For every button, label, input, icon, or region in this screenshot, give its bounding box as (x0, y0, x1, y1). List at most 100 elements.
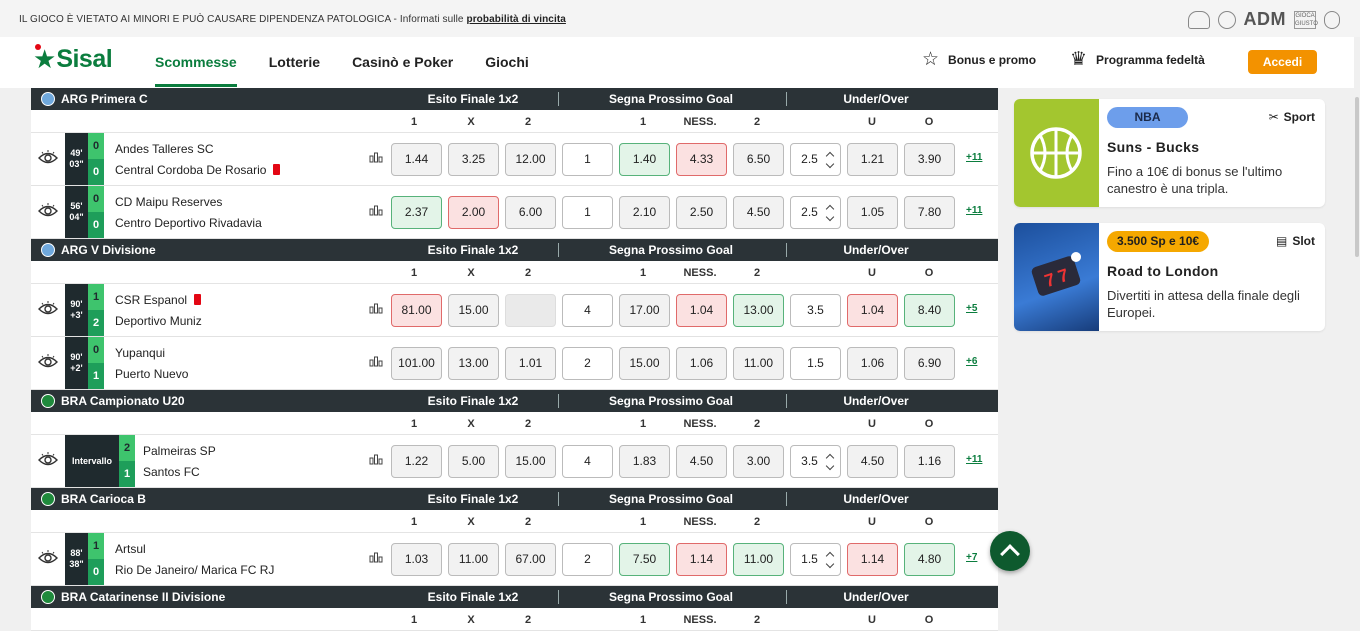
goal-line-select[interactable]: 2.5 (790, 196, 841, 229)
odds-button[interactable]: 4.50 (676, 445, 727, 478)
odds-button[interactable]: 1.06 (847, 347, 898, 380)
odds-button[interactable]: 1.14 (847, 543, 898, 576)
login-button[interactable]: Accedi (1248, 50, 1317, 74)
odds-button[interactable]: 1.05 (847, 196, 898, 229)
match-teams[interactable]: Artsul Rio De Janeiro/ Marica FC RJ (115, 533, 274, 580)
nav-giochi[interactable]: Giochi (485, 37, 529, 88)
odds-button[interactable]: 101.00 (391, 347, 442, 380)
nav-scommesse[interactable]: Scommesse (155, 37, 237, 88)
odds-button[interactable]: 15.00 (448, 294, 499, 327)
odds-button[interactable]: 3.25 (448, 143, 499, 176)
league-header[interactable]: BRA Carioca B Esito Finale 1x2 Segna Pross… (31, 488, 998, 510)
odds-button[interactable]: 2.00 (448, 196, 499, 229)
odds-button[interactable]: 2.50 (676, 196, 727, 229)
more-markets-link[interactable]: +5 (966, 303, 977, 314)
odds-button[interactable]: 17.00 (619, 294, 670, 327)
odds-button[interactable]: 1.14 (676, 543, 727, 576)
odds-button[interactable]: 6.90 (904, 347, 955, 380)
page-scrollbar[interactable] (1354, 37, 1360, 631)
odds-button[interactable]: 1.16 (904, 445, 955, 478)
live-watch-icon[interactable] (38, 203, 58, 219)
more-markets-link[interactable]: +11 (966, 152, 982, 163)
odds-button[interactable]: 2.10 (619, 196, 670, 229)
odds-button[interactable]: 1.04 (847, 294, 898, 327)
odds-button[interactable]: 11.00 (448, 543, 499, 576)
stats-icon[interactable] (369, 152, 383, 163)
goal-number-field[interactable]: 4 (562, 445, 613, 478)
promo-card-nba[interactable]: NBA ✂ Sport Suns - Bucks Fino a 10€ di bo… (1014, 99, 1325, 207)
goal-line-select[interactable]: 1.5 (790, 347, 841, 380)
odds-button[interactable]: 4.50 (847, 445, 898, 478)
league-header[interactable]: BRA Catarinense II Divisione Esito Finale… (31, 586, 998, 608)
scroll-to-top-button[interactable] (990, 531, 1030, 571)
bonus-promo-link[interactable]: ☆ Bonus e promo (922, 50, 1036, 69)
odds-button[interactable]: 4.80 (904, 543, 955, 576)
odds-button[interactable]: 1.83 (619, 445, 670, 478)
goal-line-select[interactable]: 3.5 (790, 445, 841, 478)
goal-number-field[interactable]: 1 (562, 196, 613, 229)
nav-lotterie[interactable]: Lotterie (269, 37, 320, 88)
league-header[interactable]: ARG V Divisione Esito Finale 1x2 Segna Pro… (31, 239, 998, 261)
odds-button[interactable]: 1.44 (391, 143, 442, 176)
odds-button[interactable]: 67.00 (505, 543, 556, 576)
odds-button[interactable]: 7.50 (619, 543, 670, 576)
scrollbar-thumb[interactable] (1355, 97, 1359, 257)
goal-number-field[interactable]: 1 (562, 143, 613, 176)
odds-button[interactable]: 1.21 (847, 143, 898, 176)
odds-button[interactable]: 11.00 (733, 347, 784, 380)
match-teams[interactable]: CSR Espanol Deportivo Muniz (115, 284, 202, 331)
goal-line-select[interactable]: 2.5 (790, 143, 841, 176)
goal-line-select[interactable]: 1.5 (790, 543, 841, 576)
promo-card-slot[interactable]: 7 7 3.500 Sp e 10€ ▤ Slot Road to London … (1014, 223, 1325, 331)
odds-button[interactable]: 15.00 (505, 445, 556, 478)
stats-icon[interactable] (369, 552, 383, 563)
goal-number-field[interactable]: 2 (562, 347, 613, 380)
odds-button[interactable]: 12.00 (505, 143, 556, 176)
goal-number-field[interactable]: 4 (562, 294, 613, 327)
odds-button[interactable]: 11.00 (733, 543, 784, 576)
odds-button[interactable]: 1.06 (676, 347, 727, 380)
match-teams[interactable]: Andes Talleres SC Central Cordoba De Rosa… (115, 133, 281, 180)
odds-button[interactable]: 15.00 (619, 347, 670, 380)
more-markets-link[interactable]: +7 (966, 552, 977, 563)
more-markets-link[interactable]: +6 (966, 356, 977, 367)
loyalty-program-link[interactable]: ♛ Programma fedeltà (1070, 50, 1205, 69)
odds-button[interactable]: 13.00 (733, 294, 784, 327)
odds-button[interactable]: 4.33 (676, 143, 727, 176)
sisal-logo[interactable]: ★ Sisal (33, 44, 113, 73)
odds-button[interactable]: 7.80 (904, 196, 955, 229)
match-teams[interactable]: CD Maipu Reserves Centro Deportivo Rivada… (115, 186, 262, 233)
odds-button[interactable]: 3.90 (904, 143, 955, 176)
match-teams[interactable]: Yupanqui Puerto Nuevo (115, 337, 188, 384)
odds-button[interactable]: 6.00 (505, 196, 556, 229)
odds-button[interactable] (505, 294, 556, 327)
match-teams[interactable]: Palmeiras SP Santos FC (143, 435, 216, 482)
odds-button[interactable]: 6.50 (733, 143, 784, 176)
odds-button[interactable]: 2.37 (391, 196, 442, 229)
live-watch-icon[interactable] (38, 150, 58, 166)
live-watch-icon[interactable] (38, 354, 58, 370)
odds-button[interactable]: 5.00 (448, 445, 499, 478)
odds-button[interactable]: 13.00 (448, 347, 499, 380)
goal-number-field[interactable]: 2 (562, 543, 613, 576)
stats-icon[interactable] (369, 356, 383, 367)
live-watch-icon[interactable] (38, 301, 58, 317)
odds-button[interactable]: 4.50 (733, 196, 784, 229)
odds-button[interactable]: 1.03 (391, 543, 442, 576)
odds-button[interactable]: 1.01 (505, 347, 556, 380)
odds-info-link[interactable]: probabilità di vincita (466, 14, 565, 25)
stats-icon[interactable] (369, 205, 383, 216)
odds-button[interactable]: 1.22 (391, 445, 442, 478)
goal-line-select[interactable]: 3.5 (790, 294, 841, 327)
odds-button[interactable]: 8.40 (904, 294, 955, 327)
more-markets-link[interactable]: +11 (966, 454, 982, 465)
league-header[interactable]: ARG Primera C Esito Finale 1x2 Segna Pross… (31, 88, 998, 110)
odds-button[interactable]: 1.40 (619, 143, 670, 176)
odds-button[interactable]: 3.00 (733, 445, 784, 478)
live-watch-icon[interactable] (38, 452, 58, 468)
odds-button[interactable]: 1.04 (676, 294, 727, 327)
nav-casino-poker[interactable]: Casinò e Poker (352, 37, 453, 88)
live-watch-icon[interactable] (38, 550, 58, 566)
more-markets-link[interactable]: +11 (966, 205, 982, 216)
league-header[interactable]: BRA Campionato U20 Esito Finale 1x2 Segna … (31, 390, 998, 412)
